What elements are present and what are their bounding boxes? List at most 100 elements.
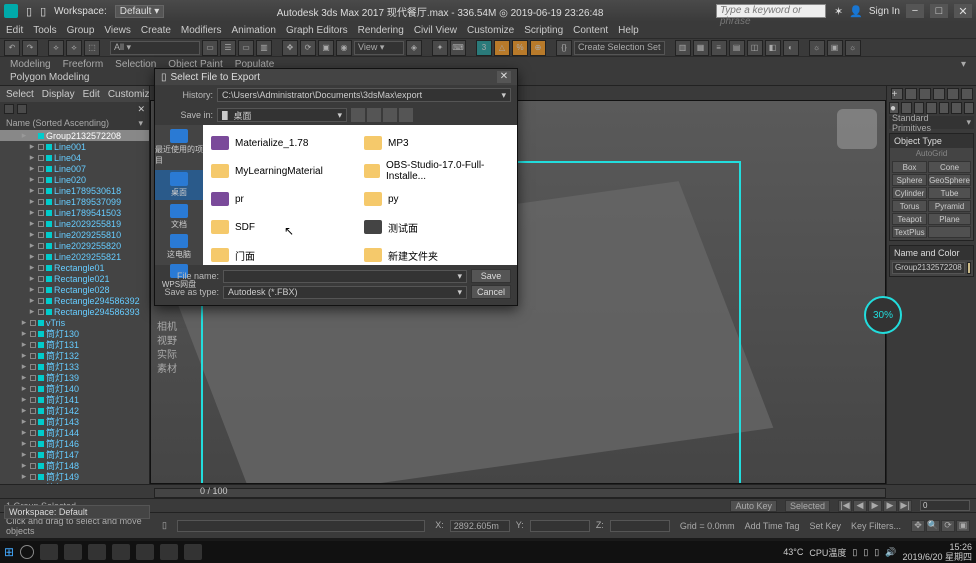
tray-icon[interactable]: 🔊 [885,547,896,558]
scale-button[interactable]: ▣ [318,40,334,56]
primitive-pyramid[interactable]: Pyramid [928,200,971,212]
file-item[interactable]: OBS-Studio-17.0-Full-Installe... [360,157,513,185]
window-crossing-button[interactable]: ▥ [256,40,272,56]
tree-node[interactable]: ▸Line1789530618 [0,185,149,196]
layers-button[interactable]: ≡ [711,40,727,56]
utilities-tab[interactable] [961,88,973,100]
file-item[interactable]: 新建文件夹 [360,241,513,265]
current-frame-input[interactable]: 0 [920,500,970,511]
selected-filter[interactable]: Selected [785,500,830,512]
pivot-button[interactable]: ◈ [406,40,422,56]
primitive-textplus[interactable]: TextPlus [892,226,927,238]
motion-tab[interactable] [933,88,945,100]
select-button[interactable]: ▭ [202,40,218,56]
add-time-tag-button[interactable]: Add Time Tag [745,521,800,531]
menu-animation[interactable]: Animation [231,25,275,36]
primitive-plane[interactable]: Plane [928,213,971,225]
key-filters-button[interactable]: Key Filters... [851,521,901,531]
places-item[interactable]: 这电脑 [167,234,191,260]
toggle-ribbon-button[interactable]: ▤ [729,40,745,56]
filter-icon[interactable] [4,104,14,114]
time-slider[interactable]: 0 / 100 [0,484,976,498]
spinner-snap-button[interactable]: ⊕ [530,40,546,56]
tree-node[interactable]: ▸Rectangle294586392 [0,295,149,306]
places-item[interactable]: 文档 [170,204,188,230]
taskbar-app[interactable] [64,544,82,560]
goto-start-button[interactable]: |◀ [838,500,852,512]
maximize-button[interactable]: □ [930,4,948,18]
up-button[interactable] [367,108,381,122]
place-button[interactable]: ◉ [336,40,352,56]
primitive-box[interactable]: Box [892,161,927,173]
curve-editor-button[interactable]: ◫ [747,40,763,56]
menu-modifiers[interactable]: Modifiers [181,25,222,36]
scene-tree[interactable]: ▸Group2132572208▸Line001▸Line04▸Line007▸… [0,130,149,484]
minimize-button[interactable]: − [906,4,924,18]
tree-node[interactable]: ▸Line2029255821 [0,251,149,262]
render-button[interactable]: ☼ [845,40,861,56]
primitive-teapot[interactable]: Teapot [892,213,927,225]
rotate-button[interactable]: ⟳ [300,40,316,56]
next-frame-button[interactable]: ▶ [883,500,897,512]
ribbon-tab-modeling[interactable]: Modeling [10,59,51,70]
file-item[interactable]: 门面 [207,241,360,265]
play-button[interactable]: ▶ [868,500,882,512]
redo-button[interactable]: ↷ [22,40,38,56]
x-input[interactable]: 2892.605m [450,520,510,532]
maximize-vp-button[interactable]: ▣ [956,520,970,532]
app-icon[interactable] [4,4,18,18]
z-input[interactable] [610,520,670,532]
ribbon-tab-freeform[interactable]: Freeform [63,59,104,70]
y-input[interactable] [530,520,590,532]
primitive-cone[interactable]: Cone [928,161,971,173]
tray-icon[interactable]: ▯ [852,547,857,558]
menu-scripting[interactable]: Scripting [524,25,563,36]
save-button[interactable]: Save [471,269,511,283]
start-button[interactable]: ⊞ [4,545,14,559]
menu-tools[interactable]: Tools [33,25,56,36]
object-type-header[interactable]: Object Type [890,134,973,148]
qat-icon[interactable]: ▯ [26,5,32,18]
menu-rendering[interactable]: Rendering [358,25,404,36]
tree-node[interactable]: ▸Line2029255810 [0,229,149,240]
select-name-button[interactable]: ☰ [220,40,236,56]
tree-node[interactable]: ▸Line1789541503 [0,207,149,218]
goto-end-button[interactable]: ▶| [898,500,912,512]
object-color-swatch[interactable] [967,262,971,274]
tree-node[interactable]: ▸Line2029255820 [0,240,149,251]
material-editor-button[interactable]: ◐ [783,40,799,56]
align-button[interactable]: ▦ [693,40,709,56]
file-item[interactable]: py [360,185,513,213]
tree-node[interactable]: ▸Rectangle021 [0,273,149,284]
menu-content[interactable]: Content [573,25,608,36]
places-item[interactable]: 桌面 [155,170,203,200]
menu-views[interactable]: Views [104,25,131,36]
close-button[interactable]: ✕ [954,4,972,18]
file-item[interactable]: SDF [207,213,360,241]
set-key-button[interactable]: Set Key [809,521,841,531]
render-frame-button[interactable]: ▣ [827,40,843,56]
connect-icon[interactable]: ✶ [834,5,843,18]
hierarchy-tab[interactable] [919,88,931,100]
taskbar-app[interactable] [160,544,178,560]
link-button[interactable]: ⟡ [48,40,64,56]
tree-node[interactable]: ▸Line020 [0,174,149,185]
dialog-titlebar[interactable]: ▯ Select File to Export ✕ [155,69,517,85]
workspace-footer-dropdown[interactable]: Workspace: Default [4,505,150,519]
unlink-button[interactable]: ⟡ [66,40,82,56]
render-setup-button[interactable]: ☼ [809,40,825,56]
pan-button[interactable]: ✥ [911,520,925,532]
workspace-dropdown[interactable]: Default ▾ [115,5,165,18]
angle-snap-button[interactable]: △ [494,40,510,56]
tree-node[interactable]: ▸Line1789537099 [0,196,149,207]
menu-civil-view[interactable]: Civil View [414,25,457,36]
tree-node[interactable]: ▸Line04 [0,152,149,163]
file-item[interactable]: pr [207,185,360,213]
back-button[interactable] [351,108,365,122]
percent-snap-button[interactable]: % [512,40,528,56]
view-cube[interactable] [837,109,877,149]
menu-create[interactable]: Create [141,25,171,36]
tree-node[interactable]: ▸Line007 [0,163,149,174]
menu-group[interactable]: Group [67,25,95,36]
places-item[interactable]: 最近使用的项目 [155,129,203,166]
